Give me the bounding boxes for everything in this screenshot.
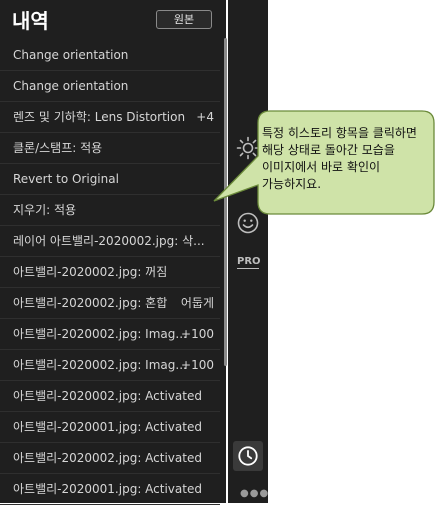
- callout-text: 특정 히스토리 항목을 클릭하면 해당 상태로 돌아간 모습을 이미지에서 바로…: [262, 126, 417, 191]
- callout-bubble: [213, 110, 435, 215]
